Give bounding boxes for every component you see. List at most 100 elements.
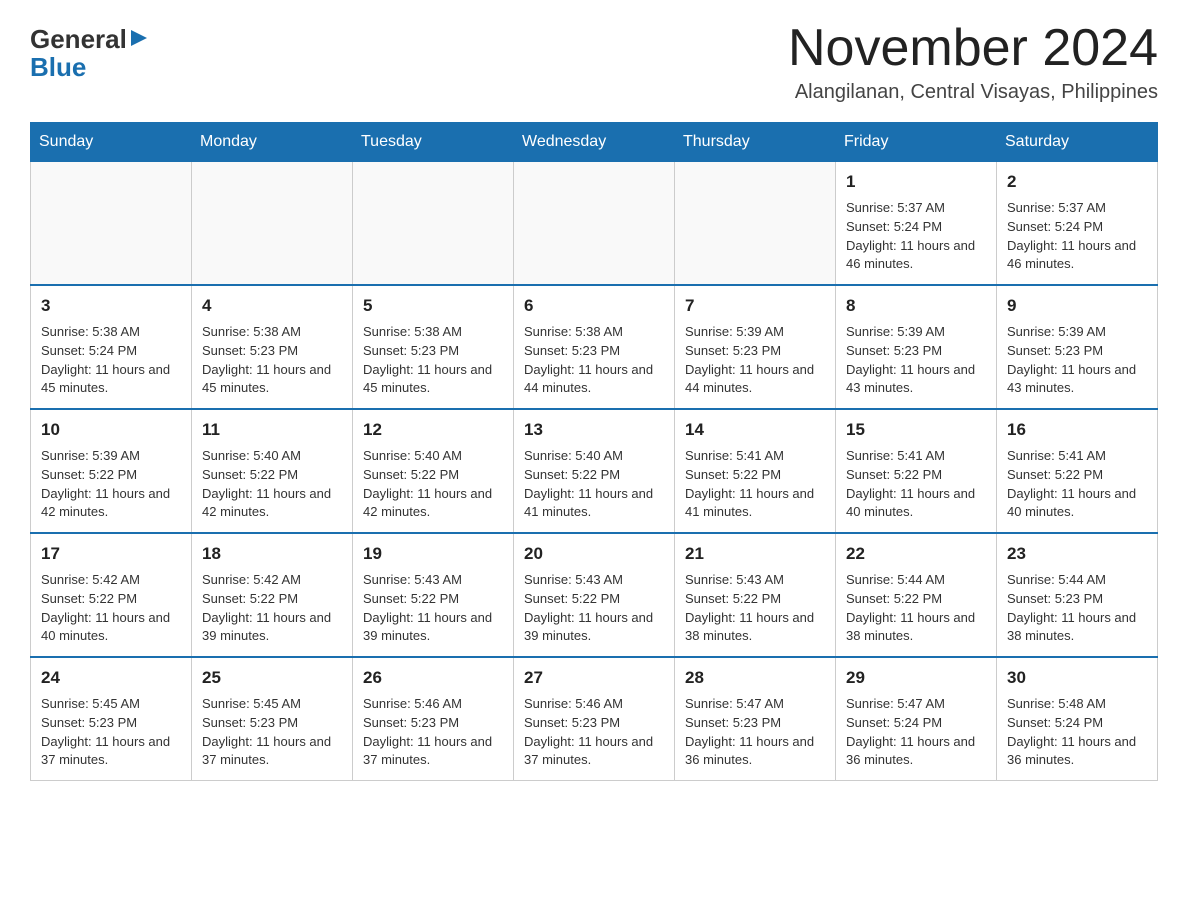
logo-blue: Blue: [30, 54, 86, 80]
day-info-line: Sunset: 5:23 PM: [202, 714, 342, 733]
day-info-line: Sunrise: 5:38 AM: [41, 323, 181, 342]
calendar-cell: 4Sunrise: 5:38 AMSunset: 5:23 PMDaylight…: [192, 285, 353, 409]
day-info-line: Sunset: 5:23 PM: [1007, 342, 1147, 361]
header-cell-tuesday: Tuesday: [353, 123, 514, 162]
day-number: 21: [685, 542, 825, 567]
day-info-line: Sunset: 5:22 PM: [524, 590, 664, 609]
day-info-line: Sunrise: 5:46 AM: [363, 695, 503, 714]
day-number: 18: [202, 542, 342, 567]
header-cell-saturday: Saturday: [997, 123, 1158, 162]
calendar-cell: 24Sunrise: 5:45 AMSunset: 5:23 PMDayligh…: [31, 657, 192, 781]
calendar-cell: 27Sunrise: 5:46 AMSunset: 5:23 PMDayligh…: [514, 657, 675, 781]
day-info-line: Sunrise: 5:40 AM: [202, 447, 342, 466]
header-cell-friday: Friday: [836, 123, 997, 162]
calendar-cell: 23 Sunrise: 5:44 AMSunset: 5:23 PMDayligh…: [997, 533, 1158, 657]
day-info-line: Daylight: 11 hours and 37 minutes.: [202, 733, 342, 771]
week-row-4: 17Sunrise: 5:42 AMSunset: 5:22 PMDayligh…: [31, 533, 1158, 657]
day-info-line: Sunrise: 5:45 AM: [202, 695, 342, 714]
day-info-line: Sunset: 5:23 PM: [685, 714, 825, 733]
day-info-line: Sunset: 5:23 PM: [524, 342, 664, 361]
day-info-line: Daylight: 11 hours and 39 minutes.: [524, 609, 664, 647]
calendar-cell: 18Sunrise: 5:42 AMSunset: 5:22 PMDayligh…: [192, 533, 353, 657]
day-info-line: Sunrise: 5:39 AM: [846, 323, 986, 342]
day-info-line: Sunset: 5:22 PM: [363, 466, 503, 485]
day-number: 13: [524, 418, 664, 443]
day-info-line: Sunset: 5:22 PM: [41, 590, 181, 609]
calendar-cell: 2Sunrise: 5:37 AMSunset: 5:24 PMDaylight…: [997, 162, 1158, 286]
day-info-line: Daylight: 11 hours and 36 minutes.: [846, 733, 986, 771]
day-info-line: Sunrise: 5:38 AM: [363, 323, 503, 342]
day-info-line: Sunrise: 5:40 AM: [363, 447, 503, 466]
day-info-line: Daylight: 11 hours and 40 minutes.: [846, 485, 986, 523]
day-info-line: Daylight: 11 hours and 45 minutes.: [202, 361, 342, 399]
day-number: 14: [685, 418, 825, 443]
day-number: 16: [1007, 418, 1147, 443]
day-info-line: Daylight: 11 hours and 37 minutes.: [41, 733, 181, 771]
day-info-line: Daylight: 11 hours and 40 minutes.: [1007, 485, 1147, 523]
day-info-line: Sunrise: 5:39 AM: [41, 447, 181, 466]
day-number: 8: [846, 294, 986, 319]
logo: General Blue: [30, 20, 149, 80]
calendar-cell: 22Sunrise: 5:44 AMSunset: 5:22 PMDayligh…: [836, 533, 997, 657]
calendar-cell: [192, 162, 353, 286]
day-info-line: Sunset: 5:22 PM: [685, 590, 825, 609]
day-info-line: Daylight: 11 hours and 44 minutes.: [524, 361, 664, 399]
location-title: Alangilanan, Central Visayas, Philippine…: [788, 81, 1158, 104]
calendar-cell: 10 Sunrise: 5:39 AMSunset: 5:22 PMDayligh…: [31, 409, 192, 533]
calendar-cell: 25Sunrise: 5:45 AMSunset: 5:23 PMDayligh…: [192, 657, 353, 781]
day-info-line: Sunset: 5:24 PM: [1007, 714, 1147, 733]
day-number: 23: [1007, 542, 1147, 567]
day-info-line: Daylight: 11 hours and 38 minutes.: [1007, 609, 1147, 647]
day-number: 29: [846, 666, 986, 691]
day-number: 17: [41, 542, 181, 567]
calendar-cell: 17Sunrise: 5:42 AMSunset: 5:22 PMDayligh…: [31, 533, 192, 657]
day-info-line: Sunrise: 5:43 AM: [524, 571, 664, 590]
day-info-line: Daylight: 11 hours and 40 minutes.: [41, 609, 181, 647]
header-cell-sunday: Sunday: [31, 123, 192, 162]
day-info-line: Daylight: 11 hours and 39 minutes.: [202, 609, 342, 647]
day-info-line: Daylight: 11 hours and 42 minutes.: [363, 485, 503, 523]
calendar-cell: 11Sunrise: 5:40 AMSunset: 5:22 PMDayligh…: [192, 409, 353, 533]
calendar-cell: 26Sunrise: 5:46 AMSunset: 5:23 PMDayligh…: [353, 657, 514, 781]
calendar-cell: 14Sunrise: 5:41 AMSunset: 5:22 PMDayligh…: [675, 409, 836, 533]
day-info-line: Sunset: 5:23 PM: [363, 714, 503, 733]
day-number: 27: [524, 666, 664, 691]
header-cell-monday: Monday: [192, 123, 353, 162]
day-info-line: Sunrise: 5:41 AM: [685, 447, 825, 466]
day-info-line: Daylight: 11 hours and 44 minutes.: [685, 361, 825, 399]
calendar-cell: 13Sunrise: 5:40 AMSunset: 5:22 PMDayligh…: [514, 409, 675, 533]
week-row-5: 24Sunrise: 5:45 AMSunset: 5:23 PMDayligh…: [31, 657, 1158, 781]
day-info-line: Daylight: 11 hours and 38 minutes.: [685, 609, 825, 647]
day-info-line: Sunrise: 5:45 AM: [41, 695, 181, 714]
calendar-cell: 1Sunrise: 5:37 AMSunset: 5:24 PMDaylight…: [836, 162, 997, 286]
calendar-cell: 6Sunrise: 5:38 AMSunset: 5:23 PMDaylight…: [514, 285, 675, 409]
day-info-line: Sunset: 5:23 PM: [1007, 590, 1147, 609]
day-info-line: Sunset: 5:22 PM: [363, 590, 503, 609]
day-number: 15: [846, 418, 986, 443]
calendar-cell: [675, 162, 836, 286]
day-number: 3: [41, 294, 181, 319]
day-info-line: Daylight: 11 hours and 42 minutes.: [41, 485, 181, 523]
calendar-cell: 5Sunrise: 5:38 AMSunset: 5:23 PMDaylight…: [353, 285, 514, 409]
day-info-line: Daylight: 11 hours and 36 minutes.: [685, 733, 825, 771]
day-number: 2: [1007, 170, 1147, 195]
week-row-2: 3Sunrise: 5:38 AMSunset: 5:24 PMDaylight…: [31, 285, 1158, 409]
calendar-cell: 3Sunrise: 5:38 AMSunset: 5:24 PMDaylight…: [31, 285, 192, 409]
calendar-cell: 9Sunrise: 5:39 AMSunset: 5:23 PMDaylight…: [997, 285, 1158, 409]
day-number: 5: [363, 294, 503, 319]
day-number: 10: [41, 418, 181, 443]
day-info-line: Sunrise: 5:44 AM: [1007, 571, 1147, 590]
calendar-cell: 16Sunrise: 5:41 AMSunset: 5:22 PMDayligh…: [997, 409, 1158, 533]
day-info-line: Sunset: 5:22 PM: [846, 590, 986, 609]
month-title: November 2024: [788, 20, 1158, 77]
day-info-line: Sunset: 5:24 PM: [1007, 218, 1147, 237]
day-info-line: Sunset: 5:22 PM: [41, 466, 181, 485]
day-info-line: Sunrise: 5:43 AM: [685, 571, 825, 590]
day-number: 11: [202, 418, 342, 443]
header-row: SundayMondayTuesdayWednesdayThursdayFrid…: [31, 123, 1158, 162]
day-info-line: Sunset: 5:22 PM: [202, 466, 342, 485]
day-info-line: Daylight: 11 hours and 37 minutes.: [363, 733, 503, 771]
day-info-line: Daylight: 11 hours and 43 minutes.: [846, 361, 986, 399]
day-number: 4: [202, 294, 342, 319]
day-info-line: Sunset: 5:23 PM: [524, 714, 664, 733]
